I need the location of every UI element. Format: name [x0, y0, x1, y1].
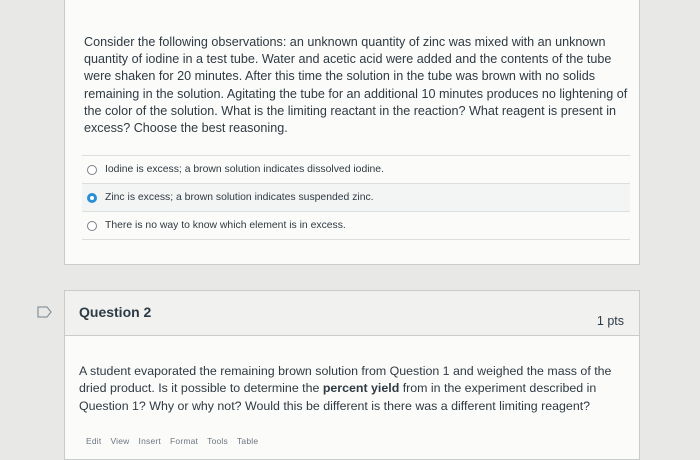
answer-option-3[interactable]: There is no way to know which element is… [82, 211, 630, 240]
question-2-prompt-bold: percent yield [322, 381, 400, 396]
question-2-header: Question 2 1 pts [65, 291, 639, 336]
answer-option-1[interactable]: Iodine is excess; a brown solution indic… [82, 155, 630, 183]
answer-label-2: Zinc is excess; a brown solution indicat… [105, 192, 374, 203]
radio-answer-2[interactable] [87, 192, 97, 203]
question-2-points: 1 pts [596, 314, 624, 328]
question-2-title: Question 2 [79, 304, 152, 320]
radio-answer-3[interactable] [87, 220, 97, 231]
answer-label-3: There is no way to know which element is… [105, 220, 346, 231]
question-1-card: Consider the following observations: an … [64, 0, 640, 265]
menu-tools[interactable]: Tools [207, 436, 228, 446]
menu-table[interactable]: Table [237, 436, 258, 446]
editor-menubar: Edit View Insert Format Tools Table [86, 436, 258, 446]
menu-insert[interactable]: Insert [139, 436, 161, 446]
question-2-prompt: A student evaporated the remaining brown… [79, 363, 619, 415]
radio-answer-1[interactable] [87, 164, 97, 175]
answer-list: Iodine is excess; a brown solution indic… [82, 155, 630, 240]
answer-option-2[interactable]: Zinc is excess; a brown solution indicat… [82, 183, 630, 211]
menu-edit[interactable]: Edit [86, 436, 101, 446]
menu-format[interactable]: Format [170, 436, 198, 446]
flag-icon[interactable] [37, 305, 53, 318]
question-1-prompt: Consider the following observations: an … [84, 35, 628, 136]
menu-view[interactable]: View [110, 436, 129, 446]
answer-label-1: Iodine is excess; a brown solution indic… [105, 164, 384, 175]
question-2-card: Question 2 1 pts A student evaporated th… [64, 290, 640, 460]
